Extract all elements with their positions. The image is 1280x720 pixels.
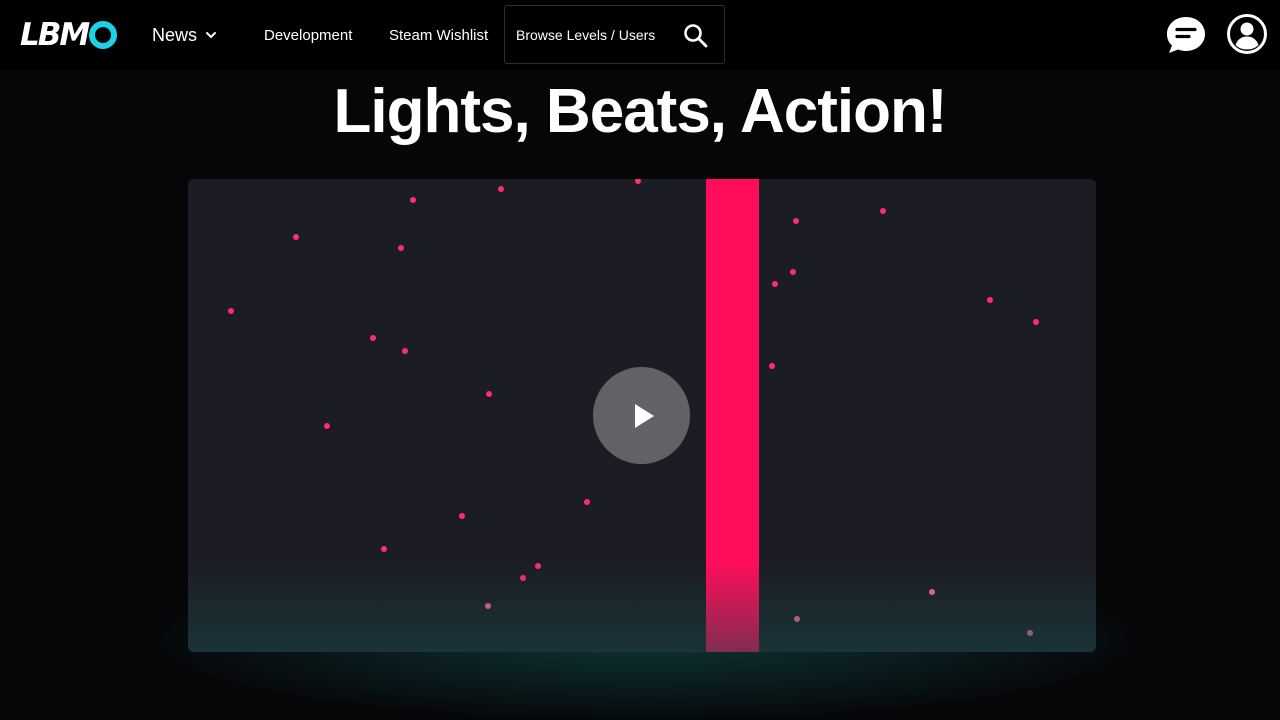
particle-dot: [486, 391, 492, 397]
search-label: Browse Levels / Users: [516, 26, 656, 43]
nav-development-label: Development: [264, 26, 353, 44]
particle-dot: [769, 363, 775, 369]
particle-dot: [1033, 319, 1039, 325]
browse-search-box[interactable]: Browse Levels / Users: [504, 5, 725, 64]
logo-text: LBM: [20, 17, 90, 53]
chevron-down-icon: [206, 32, 217, 39]
particle-dot: [228, 308, 234, 314]
particle-dot: [410, 197, 416, 203]
play-icon: [634, 403, 654, 428]
particle-dot: [293, 234, 299, 240]
particle-dot: [584, 499, 590, 505]
site-logo[interactable]: LBM: [20, 14, 118, 56]
particle-dot: [880, 208, 886, 214]
nav-steam-wishlist[interactable]: Steam Wishlist: [389, 0, 488, 70]
particle-dot: [772, 281, 778, 287]
particle-dot: [793, 218, 799, 224]
logo-ring-icon: [89, 21, 118, 49]
search-icon[interactable]: [683, 23, 708, 48]
nav-news-label: News: [152, 24, 198, 45]
nav-news[interactable]: News: [152, 0, 217, 70]
particle-dot: [370, 335, 376, 341]
play-button[interactable]: [593, 367, 690, 464]
nav-steam-wishlist-label: Steam Wishlist: [389, 26, 489, 44]
video-player[interactable]: [188, 179, 1096, 652]
particle-dot: [635, 179, 641, 184]
chat-icon[interactable]: [1165, 14, 1207, 56]
particle-dot: [790, 269, 796, 275]
video-bottom-glow: [188, 562, 1096, 652]
page-headline: Lights, Beats, Action!: [333, 77, 948, 146]
particle-dot: [402, 348, 408, 354]
particle-dot: [498, 186, 504, 192]
top-navigation-bar: LBM News Development Steam Wishlist Brow…: [0, 0, 1280, 70]
particle-dot: [459, 513, 465, 519]
particle-dot: [398, 245, 404, 251]
particle-dot: [381, 546, 387, 552]
user-icon[interactable]: [1226, 13, 1268, 55]
nav-development[interactable]: Development: [264, 0, 352, 70]
particle-dot: [324, 423, 330, 429]
particle-dot: [987, 297, 993, 303]
